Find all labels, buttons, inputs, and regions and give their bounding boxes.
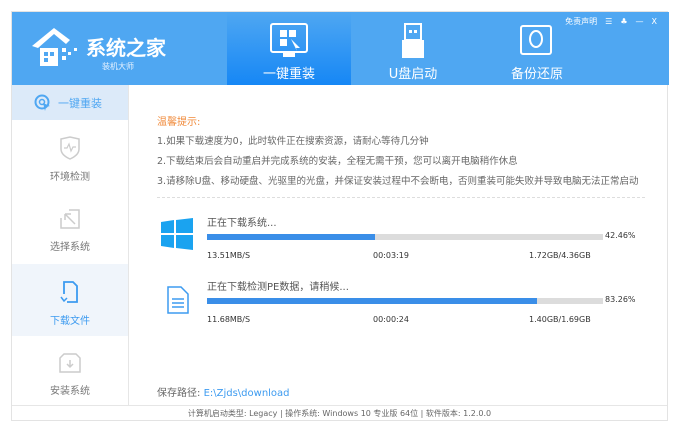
sidebar-item-label: 安装系统: [50, 386, 90, 397]
remaining-time: 00:03:19: [373, 251, 409, 260]
usb-drive-icon: [402, 23, 424, 58]
progress-fill: [207, 298, 537, 304]
sidebar-item-env-check[interactable]: 环境检测: [12, 120, 128, 192]
download-size: 1.40GB/1.69GB: [529, 315, 591, 324]
document-icon: [167, 286, 189, 314]
sidebar: 一键重装 环境检测 选择系统 下载文件 安装系统: [12, 85, 129, 405]
disclaimer-link[interactable]: 免责声明: [565, 16, 597, 27]
skin-icon[interactable]: ♣: [620, 17, 627, 26]
download-speed: 13.51MB/S: [207, 251, 251, 260]
logo: 系统之家 装机大师: [30, 24, 166, 74]
sidebar-item-label: 选择系统: [50, 242, 90, 253]
tab-label: 一键重装: [262, 67, 315, 82]
progress-bar: [207, 298, 603, 304]
sidebar-item-download-files[interactable]: 下载文件: [12, 264, 128, 336]
monitor-restore-icon: [520, 25, 552, 55]
save-path: 保存路径: E:\Zjds\download: [157, 384, 290, 399]
sidebar-item-label: 下载文件: [50, 316, 90, 327]
progress-percent: 83.26%: [605, 295, 636, 304]
tip-line: 3.请移除U盘、移动硬盘、光驱里的光盘，并保证安装过程中不会断电，否则重装可能失…: [157, 176, 639, 187]
file-download-icon: [60, 281, 78, 303]
download-size: 1.72GB/4.36GB: [529, 251, 591, 260]
tab-one-click-reinstall[interactable]: 一键重装: [227, 12, 351, 85]
target-cursor-icon: [34, 94, 50, 111]
tab-usb-boot[interactable]: U盘启动: [351, 12, 475, 85]
tips-title: 温馨提示:: [157, 117, 201, 128]
tip-line: 1.如果下载速度为0，此时软件正在搜索资源，请耐心等待几分钟: [157, 136, 429, 147]
window-controls: 免责声明 ☰ ♣ — X: [565, 16, 657, 27]
download-title: 正在下载检测PE数据，请稍候...: [207, 282, 349, 293]
remaining-time: 00:00:24: [373, 315, 409, 324]
progress-bar: [207, 234, 603, 240]
sidebar-header-label: 一键重装: [58, 96, 102, 110]
sidebar-item-select-system[interactable]: 选择系统: [12, 192, 128, 264]
minimize-button[interactable]: —: [636, 17, 644, 26]
header: 系统之家 装机大师 一键重装 U盘启动 备份还原 免责声明 ☰ ♣ — X: [12, 12, 669, 85]
divider: [157, 197, 645, 198]
main-panel: 温馨提示: 1.如果下载速度为0，此时软件正在搜索资源，请耐心等待几分钟 2.下…: [129, 85, 669, 405]
app-window: 系统之家 装机大师 一键重装 U盘启动 备份还原 免责声明 ☰ ♣ — X 一键…: [11, 11, 669, 421]
menu-icon[interactable]: ☰: [605, 17, 612, 26]
tip-line: 2.下载结束后会自动重启并完成系统的安装，全程无需干预，您可以离开电脑稍作休息: [157, 156, 518, 167]
tab-label: 备份还原: [510, 67, 563, 82]
save-path-label: 保存路径:: [157, 388, 201, 399]
monitor-windows-icon: [270, 23, 308, 57]
close-button[interactable]: X: [652, 17, 657, 26]
status-footer: 计算机启动类型: Legacy | 操作系统: Windows 10 专业版 6…: [12, 405, 667, 421]
windows-logo-icon: [161, 218, 193, 250]
sidebar-item-label: 环境检测: [50, 172, 90, 183]
house-logo-icon: [32, 28, 77, 66]
app-title: 系统之家: [86, 36, 166, 60]
install-box-icon: [59, 353, 81, 373]
app-subtitle: 装机大师: [102, 62, 134, 71]
select-cursor-icon: [60, 209, 80, 229]
sidebar-header[interactable]: 一键重装: [12, 85, 128, 120]
download-title: 正在下载系统...: [207, 218, 277, 229]
progress-fill: [207, 234, 376, 240]
save-path-link[interactable]: E:\Zjds\download: [204, 388, 290, 399]
tab-label: U盘启动: [388, 67, 438, 82]
shield-pulse-icon: [60, 136, 80, 160]
download-speed: 11.68MB/S: [207, 315, 251, 324]
progress-percent: 42.46%: [605, 231, 636, 240]
sidebar-item-install-system[interactable]: 安装系统: [12, 336, 128, 408]
